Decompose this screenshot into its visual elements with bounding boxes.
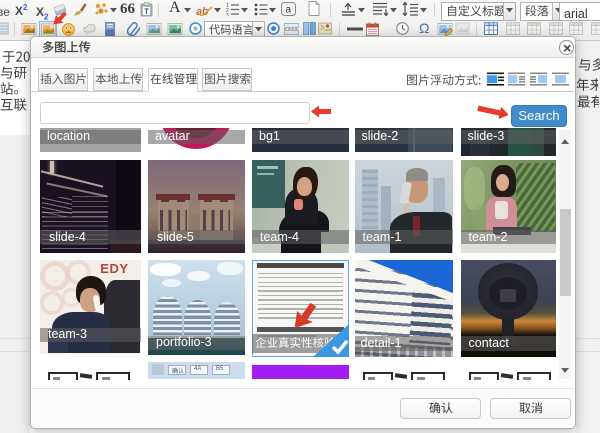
svg-text:3: 3 — [226, 13, 229, 16]
svg-text:a: a — [286, 5, 292, 16]
